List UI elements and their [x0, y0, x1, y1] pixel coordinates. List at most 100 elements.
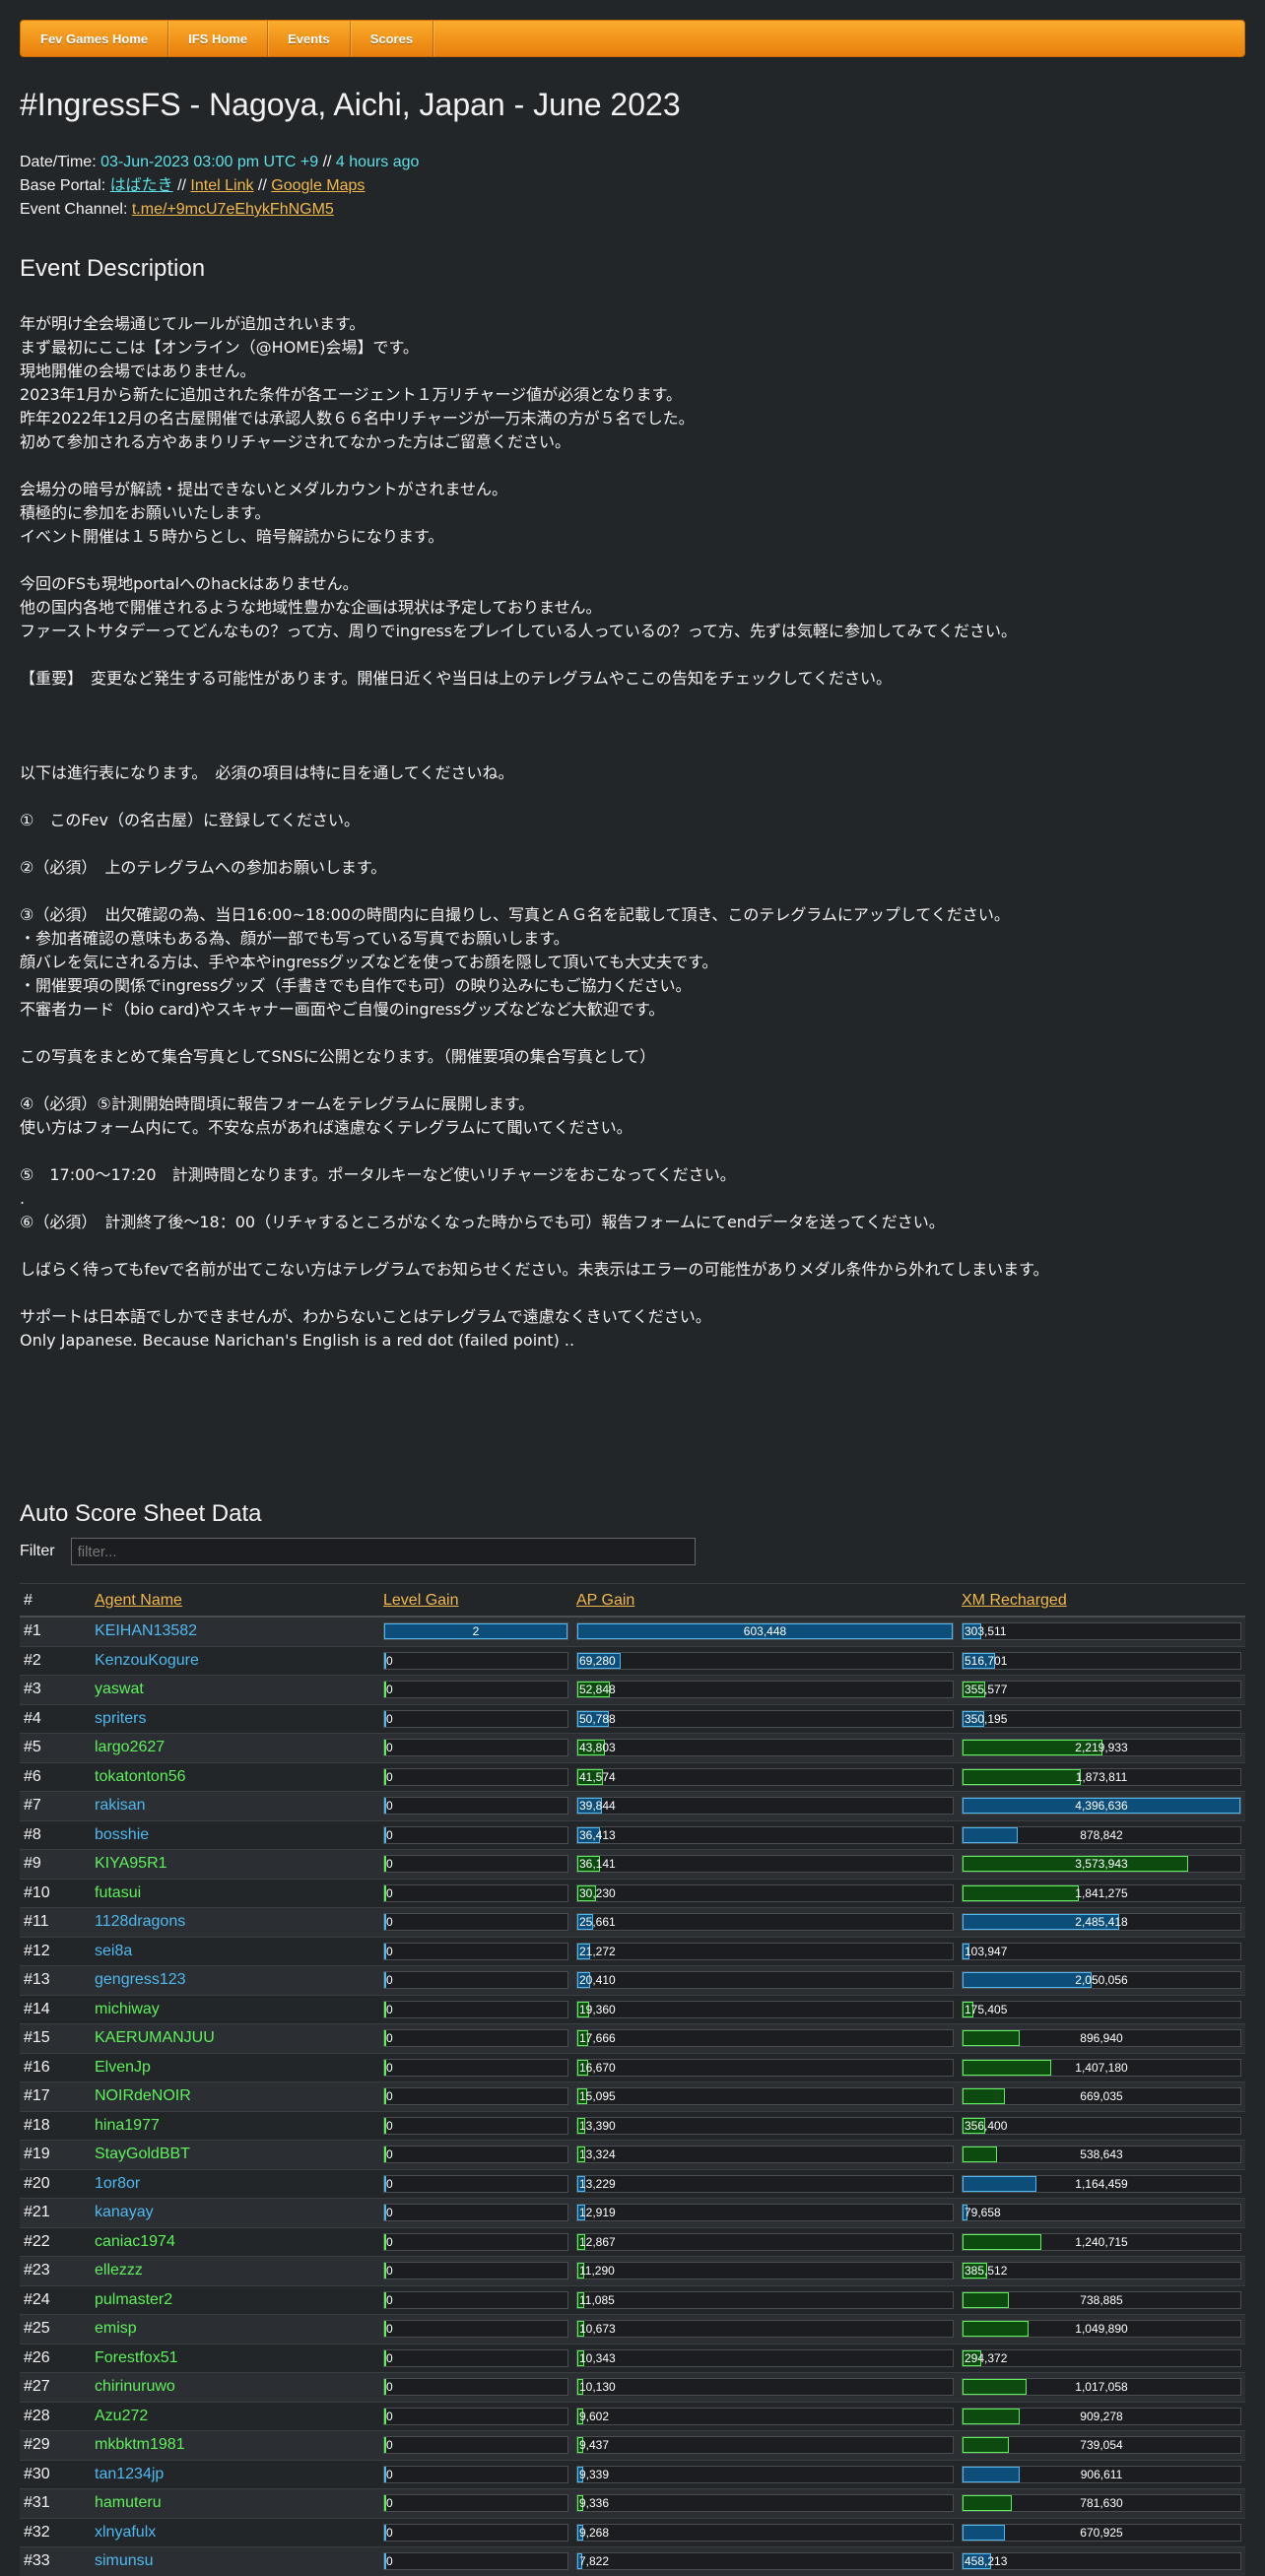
nav-ifs-home[interactable]: IFS Home: [168, 21, 269, 56]
agent-name-link[interactable]: Forestfox51: [95, 2349, 177, 2366]
level-value: 0: [386, 2089, 393, 2104]
agent-name-link[interactable]: mkbktm1981: [95, 2436, 185, 2453]
agent-name-link[interactable]: hina1977: [95, 2117, 160, 2134]
xm-value: 670,925: [1080, 2525, 1123, 2540]
level-cell: 0: [379, 1994, 572, 2024]
ap-cell: 19,360: [572, 1994, 958, 2024]
agent-name-link[interactable]: chirinuruwo: [95, 2378, 175, 2395]
nav-events[interactable]: Events: [268, 21, 351, 56]
agent-name-link[interactable]: KIYA95R1: [95, 1855, 167, 1872]
agent-name-link[interactable]: emisp: [95, 2320, 137, 2337]
ap-cell: 9,339: [572, 2459, 958, 2489]
rank-cell: #32: [20, 2517, 91, 2547]
xm-value: 516,701: [965, 1653, 1008, 1668]
level-value: 0: [386, 2409, 393, 2423]
agent-name-link[interactable]: sei8a: [95, 1943, 132, 1959]
rank-cell: #22: [20, 2226, 91, 2257]
ap-bar: 30,230: [576, 1883, 954, 1902]
ap-cell: 11,290: [572, 2256, 958, 2285]
agent-name-link[interactable]: bosshie: [95, 1826, 149, 1843]
agent-name-link[interactable]: StayGoldBBT: [95, 2146, 190, 2162]
agent-name-link[interactable]: xlnyafulx: [95, 2524, 156, 2541]
ap-value: 15,095: [579, 2089, 616, 2104]
agent-name-link[interactable]: futasui: [95, 1884, 141, 1901]
ap-value: 50,788: [579, 1711, 616, 1726]
agent-name-link[interactable]: tan1234jp: [95, 2466, 164, 2482]
xm-value: 1,873,811: [1075, 1769, 1128, 1784]
sort-ap-gain[interactable]: AP Gain: [576, 1592, 634, 1609]
xm-cell: 538,643: [958, 2140, 1245, 2169]
xm-bar: 79,658: [962, 2204, 1241, 2222]
sort-xm-recharged[interactable]: XM Recharged: [962, 1592, 1067, 1609]
agent-name-link[interactable]: tokatonton56: [95, 1768, 186, 1785]
level-cell: 0: [379, 2459, 572, 2489]
xm-bar: 538,643: [962, 2146, 1241, 2164]
agent-name-link[interactable]: Azu272: [95, 2408, 148, 2424]
ap-cell: 7,822: [572, 2546, 958, 2576]
xm-bar: 739,054: [962, 2436, 1241, 2455]
agent-name-link[interactable]: yaswat: [95, 1681, 144, 1697]
sort-level-gain[interactable]: Level Gain: [383, 1592, 459, 1609]
xm-value: 458,213: [965, 2554, 1008, 2569]
table-row: #23 ellezzz 0 11,290 385,512: [20, 2256, 1245, 2285]
ap-cell: 25,661: [572, 1907, 958, 1937]
agent-name-link[interactable]: kanayay: [95, 2204, 154, 2220]
agent-name-link[interactable]: KAERUMANJUU: [95, 2029, 215, 2046]
agent-name-link[interactable]: simunsu: [95, 2552, 154, 2569]
xm-bar: 738,885: [962, 2290, 1241, 2309]
agent-name-link[interactable]: michiway: [95, 2001, 160, 2017]
agent-name-link[interactable]: pulmaster2: [95, 2291, 172, 2308]
xm-cell: 1,164,459: [958, 2168, 1245, 2199]
ap-bar: 15,095: [576, 2087, 954, 2106]
nav-scores[interactable]: Scores: [351, 21, 434, 56]
agent-name-link[interactable]: spriters: [95, 1710, 146, 1727]
xm-value: 303,511: [965, 1624, 1007, 1639]
event-channel-link[interactable]: t.me/+9mcU7eEhykFhNGM5: [132, 201, 334, 218]
table-row: #13 gengress123 0 20,410 2,050,056: [20, 1965, 1245, 1995]
agent-name-link[interactable]: hamuteru: [95, 2494, 162, 2511]
level-bar: 0: [383, 2058, 568, 2077]
level-cell: 0: [379, 1791, 572, 1820]
xm-bar: 1,049,890: [962, 2320, 1241, 2339]
agent-name-link[interactable]: ellezzz: [95, 2262, 143, 2279]
table-row: #24 pulmaster2 0 11,085 738,885: [20, 2284, 1245, 2315]
agent-name-link[interactable]: KenzouKogure: [95, 1652, 199, 1669]
base-portal-link[interactable]: はばたき: [110, 177, 173, 194]
sort-agent-name[interactable]: Agent Name: [95, 1592, 182, 1609]
agent-name-link[interactable]: rakisan: [95, 1797, 146, 1814]
xm-cell: 350,195: [958, 1703, 1245, 1734]
agent-name-link[interactable]: 1or8or: [95, 2175, 140, 2192]
filter-input[interactable]: [70, 1538, 696, 1565]
agent-name-link[interactable]: 1128dragons: [95, 1913, 185, 1930]
intel-link[interactable]: Intel Link: [190, 177, 253, 194]
xm-cell: 103,947: [958, 1936, 1245, 1966]
ap-cell: 603,448: [572, 1616, 958, 1646]
nav-fev-games-home[interactable]: Fev Games Home: [21, 21, 169, 56]
ap-cell: 50,788: [572, 1703, 958, 1734]
xm-cell: 2,485,418: [958, 1907, 1245, 1937]
xm-bar: 1,164,459: [962, 2174, 1241, 2193]
agent-name-link[interactable]: gengress123: [95, 1971, 186, 1988]
table-row: #2 KenzouKogure 0 69,280 516,701: [20, 1645, 1245, 1676]
ap-value: 69,280: [579, 1653, 616, 1668]
level-cell: 0: [379, 2198, 572, 2227]
level-bar: 0: [383, 1913, 568, 1932]
level-value: 0: [386, 1711, 393, 1726]
xm-value: 356,400: [965, 2118, 1008, 2133]
level-cell: 0: [379, 2168, 572, 2199]
agent-name-link[interactable]: caniac1974: [95, 2233, 175, 2250]
table-row: #30 tan1234jp 0 9,339 906,611: [20, 2459, 1245, 2489]
xm-cell: 516,701: [958, 1645, 1245, 1676]
ap-cell: 39,844: [572, 1791, 958, 1820]
agent-name-link[interactable]: ElvenJp: [95, 2059, 151, 2076]
ap-value: 9,268: [579, 2525, 610, 2540]
ap-value: 13,229: [579, 2176, 616, 2191]
agent-name-link[interactable]: largo2627: [95, 1739, 165, 1755]
agent-name-link[interactable]: KEIHAN13582: [95, 1622, 197, 1639]
google-maps-link[interactable]: Google Maps: [271, 177, 365, 194]
agent-name-link[interactable]: NOIRdeNOIR: [95, 2087, 191, 2104]
ap-value: 9,602: [579, 2409, 610, 2423]
level-bar: 0: [383, 2204, 568, 2222]
xm-value: 739,054: [1080, 2438, 1123, 2453]
xm-value: 1,017,058: [1075, 2380, 1128, 2395]
